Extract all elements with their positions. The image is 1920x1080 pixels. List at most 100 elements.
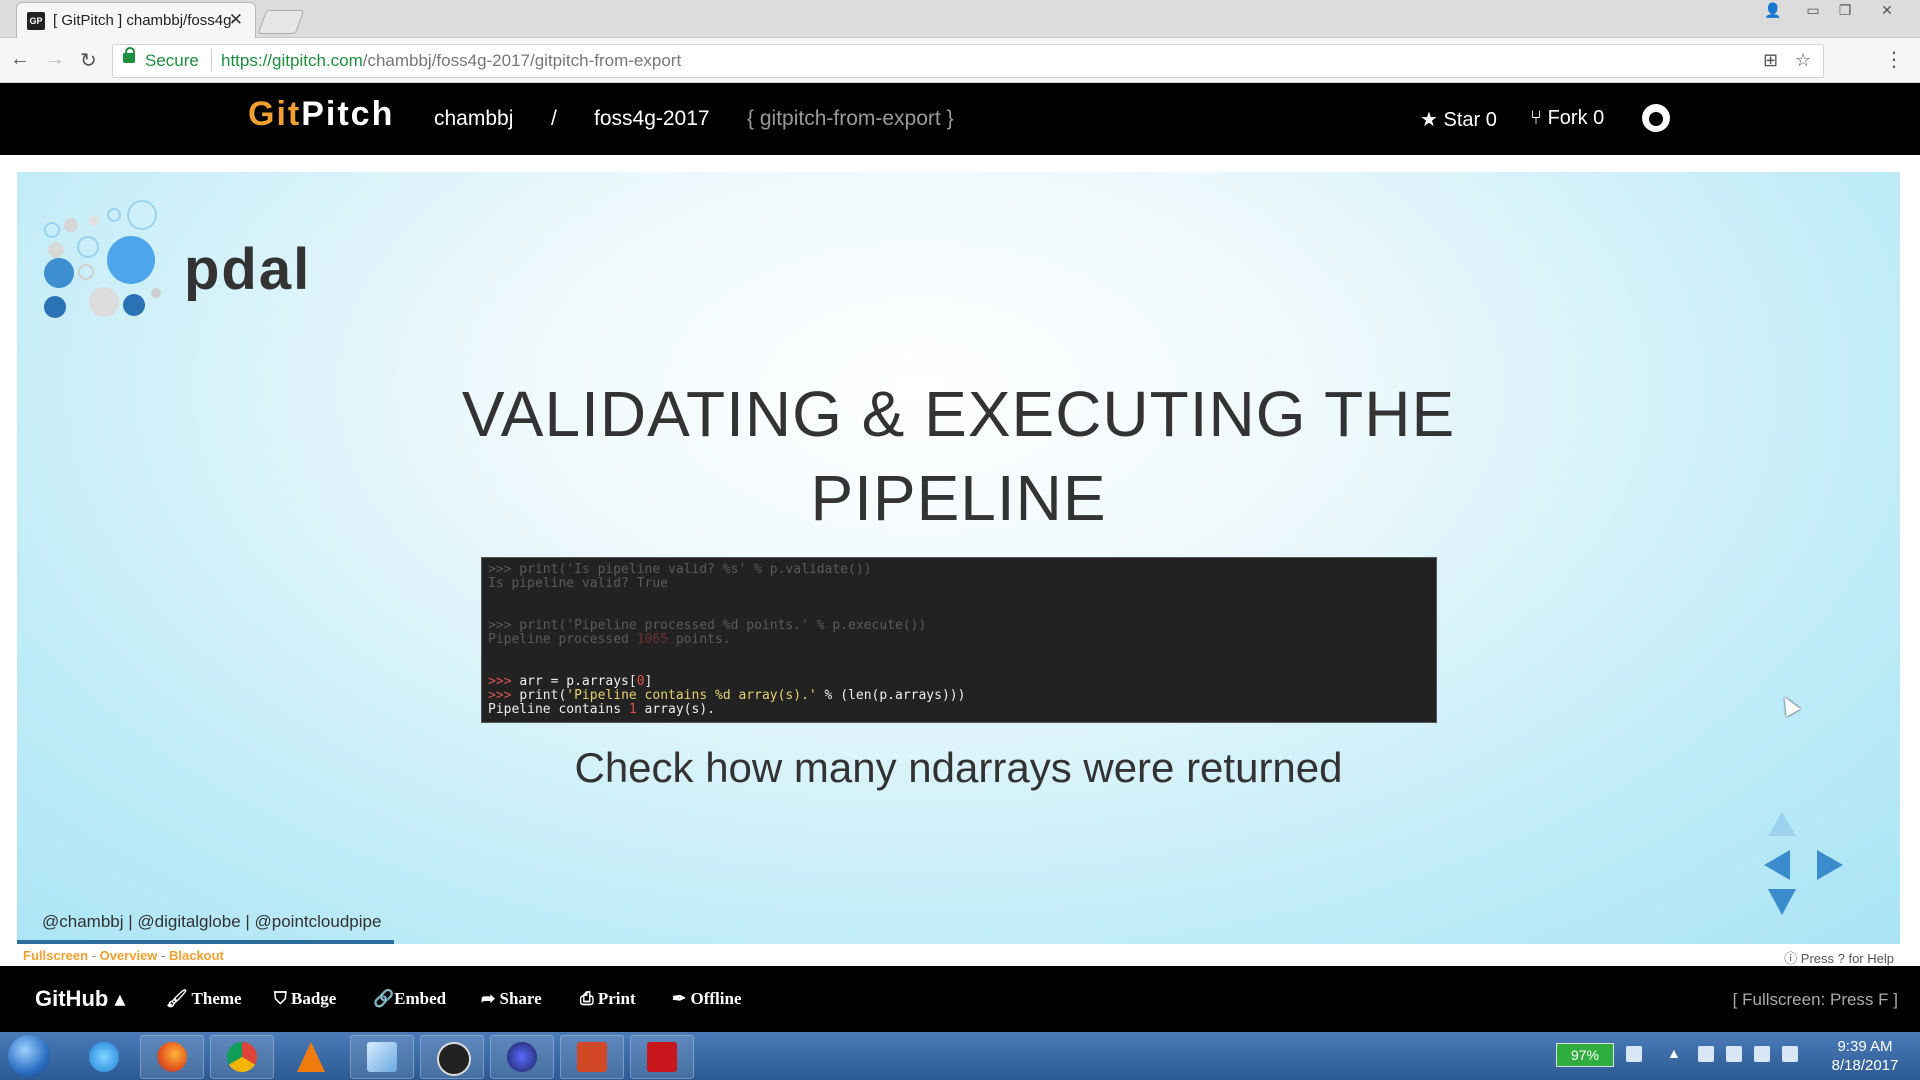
lock-icon (123, 47, 135, 63)
overview-link[interactable]: Overview (100, 948, 158, 963)
taskbar-vlc[interactable] (280, 1035, 344, 1079)
restore-icon[interactable]: ❐ (1828, 0, 1862, 20)
logo-bubble (89, 287, 119, 317)
reload-icon[interactable]: ↻ (80, 48, 97, 73)
forward-icon[interactable]: → (45, 48, 65, 71)
browser-tab-strip: GP [ GitPitch ] chambbj/foss4g-2017 ✕ 👤 … (0, 0, 1920, 38)
device-icon[interactable] (1726, 1046, 1742, 1062)
taskbar-media-player[interactable] (490, 1035, 554, 1079)
github-menu-button[interactable]: GitHub ▴ (35, 986, 125, 1012)
branch-label: { gitpitch-from-export } (747, 107, 954, 130)
help-hint[interactable]: ⓘ Press ? for Help (1784, 948, 1894, 967)
slide-title: VALIDATING & EXECUTING THE PIPELINE (17, 372, 1900, 540)
code-line: >>> arr = p.arrays[0] (488, 674, 653, 689)
back-icon[interactable]: ← (10, 48, 30, 71)
print-button[interactable]: ⎙ Print (580, 989, 636, 1009)
translate-icon[interactable]: ⊞ (1763, 50, 1778, 71)
code-line: >>> print('Pipeline contains %d array(s)… (488, 688, 966, 703)
action-center-icon[interactable] (1698, 1046, 1714, 1062)
taskbar-acrobat[interactable] (630, 1035, 694, 1079)
pdal-logo-text: pdal (184, 237, 312, 302)
fork-button[interactable]: ⑂ Fork 0 (1530, 107, 1604, 130)
taskbar-app-window[interactable] (350, 1035, 414, 1079)
taskbar-chrome[interactable] (210, 1035, 274, 1079)
logo-bubble (44, 222, 60, 238)
offline-label: Offline (690, 989, 742, 1008)
repo-owner-link[interactable]: chambbj (434, 107, 513, 131)
volume-icon[interactable] (1782, 1046, 1798, 1062)
show-hidden-icons[interactable]: ▲ (1667, 1045, 1681, 1061)
share-icon: ➦ (481, 989, 496, 1008)
shield-icon: ⛉ (274, 989, 287, 1008)
logo-bubble (77, 236, 99, 258)
gitpitch-logo[interactable]: GitPitch (248, 95, 394, 134)
logo-bubble (64, 218, 78, 232)
power-plug-icon[interactable] (1626, 1046, 1642, 1062)
minimize-icon[interactable]: ▭ (1796, 0, 1830, 20)
star-button[interactable]: ★ Star 0 (1420, 107, 1497, 132)
logo-bubble (78, 264, 94, 280)
brand-git: Git (248, 95, 302, 133)
logo-bubble (89, 216, 99, 226)
share-button[interactable]: ➦ Share (481, 989, 542, 1009)
system-clock[interactable]: 9:39 AM 8/18/2017 (1820, 1037, 1910, 1075)
offline-button[interactable]: ✒ Offline (672, 989, 742, 1009)
brand-pitch: Pitch (301, 95, 395, 133)
headphones-icon (437, 1042, 471, 1076)
star-icon: ★ (1420, 109, 1438, 131)
close-tab-icon[interactable]: ✕ (229, 10, 243, 30)
logo-bubble (127, 200, 157, 230)
new-tab-button[interactable] (257, 10, 305, 34)
browser-toolbar: ← → ↻ Secure https://gitpitch.com/chambb… (0, 38, 1920, 83)
logo-bubble (48, 242, 64, 258)
pdal-logo: pdal (39, 192, 309, 318)
network-icon[interactable] (1754, 1046, 1770, 1062)
logo-bubble (123, 294, 145, 316)
acrobat-icon (647, 1042, 677, 1072)
chrome-icon (227, 1042, 257, 1072)
tab-title: [ GitPitch ] chambbj/foss4g-2017 (53, 12, 233, 29)
theme-button[interactable]: 🖌 Theme (166, 989, 242, 1009)
printer-icon: ⎙ (580, 989, 594, 1008)
taskbar-internet-explorer[interactable] (72, 1035, 136, 1079)
powerpoint-icon (577, 1042, 607, 1072)
code-line: Pipeline contains 1 array(s). (488, 702, 715, 717)
logo-bubble (44, 258, 74, 288)
blackout-link[interactable]: Blackout (169, 948, 224, 963)
address-bar[interactable]: Secure https://gitpitch.com/chambbj/foss… (112, 44, 1824, 78)
slide-footer-handles: @chambbj | @digitalglobe | @pointcloudpi… (42, 912, 382, 931)
slide-caption: Check how many ndarrays were returned (574, 744, 1343, 791)
clock-time: 9:39 AM (1837, 1038, 1893, 1055)
vlc-icon (297, 1042, 325, 1072)
user-profile-icon[interactable]: 👤 (1756, 0, 1790, 20)
url-path: /chambbj/foss4g-2017/gitpitch-from-expor… (362, 51, 682, 70)
nav-up-arrow-icon[interactable] (1768, 812, 1796, 836)
code-line: >>> print('Is pipeline valid? %s' % p.va… (488, 562, 872, 577)
taskbar-audio-app[interactable] (420, 1035, 484, 1079)
browser-menu-icon[interactable]: ⋮ (1884, 47, 1904, 72)
badge-button[interactable]: ⛉ Badge (274, 989, 336, 1009)
nav-left-arrow-icon[interactable] (1764, 850, 1790, 880)
github-octocat-icon[interactable] (1642, 104, 1670, 132)
logo-bubble (151, 288, 161, 298)
nav-down-arrow-icon[interactable] (1768, 889, 1796, 915)
close-window-icon[interactable]: ✕ (1870, 0, 1904, 20)
taskbar-firefox[interactable] (140, 1035, 204, 1079)
logo-bubble (107, 208, 121, 222)
url-host: gitpitch.com (272, 51, 363, 70)
mouse-cursor-icon (1777, 693, 1801, 717)
slide-progress-bar (17, 940, 394, 944)
embed-button[interactable]: 🔗Embed (373, 989, 446, 1009)
browser-tab[interactable]: GP [ GitPitch ] chambbj/foss4g-2017 ✕ (16, 2, 256, 38)
url-text: https://gitpitch.com/chambbj/foss4g-2017… (221, 51, 681, 71)
bookmark-star-icon[interactable]: ☆ (1795, 50, 1811, 71)
battery-indicator[interactable]: 97% (1556, 1043, 1614, 1067)
fullscreen-hint: [ Fullscreen: Press F ] (1732, 990, 1898, 1009)
presentation-slide[interactable]: pdal VALIDATING & EXECUTING THE PIPELINE… (17, 172, 1900, 944)
windows-start-button[interactable] (8, 1035, 50, 1077)
taskbar-powerpoint[interactable] (560, 1035, 624, 1079)
fullscreen-link[interactable]: Fullscreen (23, 948, 88, 963)
repo-name-link[interactable]: foss4g-2017 (594, 107, 710, 131)
secure-label: Secure (145, 51, 199, 70)
nav-right-arrow-icon[interactable] (1817, 850, 1843, 880)
